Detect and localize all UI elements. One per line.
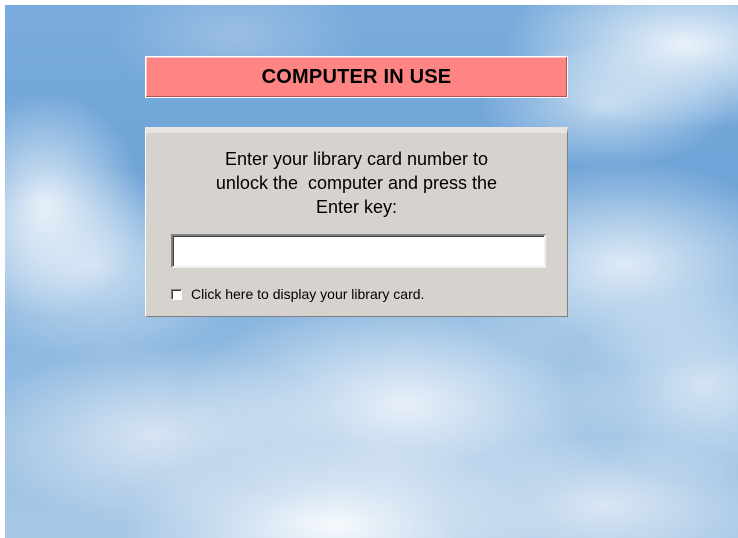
display-card-checkbox[interactable]	[171, 288, 182, 300]
unlock-instructions: Enter your library card number to unlock…	[146, 147, 567, 219]
unlock-panel: Enter your library card number to unlock…	[145, 127, 568, 317]
library-card-number-input[interactable]	[171, 234, 546, 268]
lock-screen: COMPUTER IN USE Enter your library card …	[5, 5, 738, 538]
display-library-card-toggle[interactable]: Click here to display your library card.	[171, 286, 424, 302]
instruction-line-1: Enter your library card number to	[224, 149, 489, 169]
instruction-line-2: unlock the computer and press the	[215, 173, 498, 193]
instruction-line-3: Enter key:	[315, 197, 398, 217]
computer-in-use-banner: COMPUTER IN USE	[145, 56, 568, 98]
banner-text: COMPUTER IN USE	[261, 65, 452, 88]
display-card-label[interactable]: Click here to display your library card.	[191, 286, 424, 302]
